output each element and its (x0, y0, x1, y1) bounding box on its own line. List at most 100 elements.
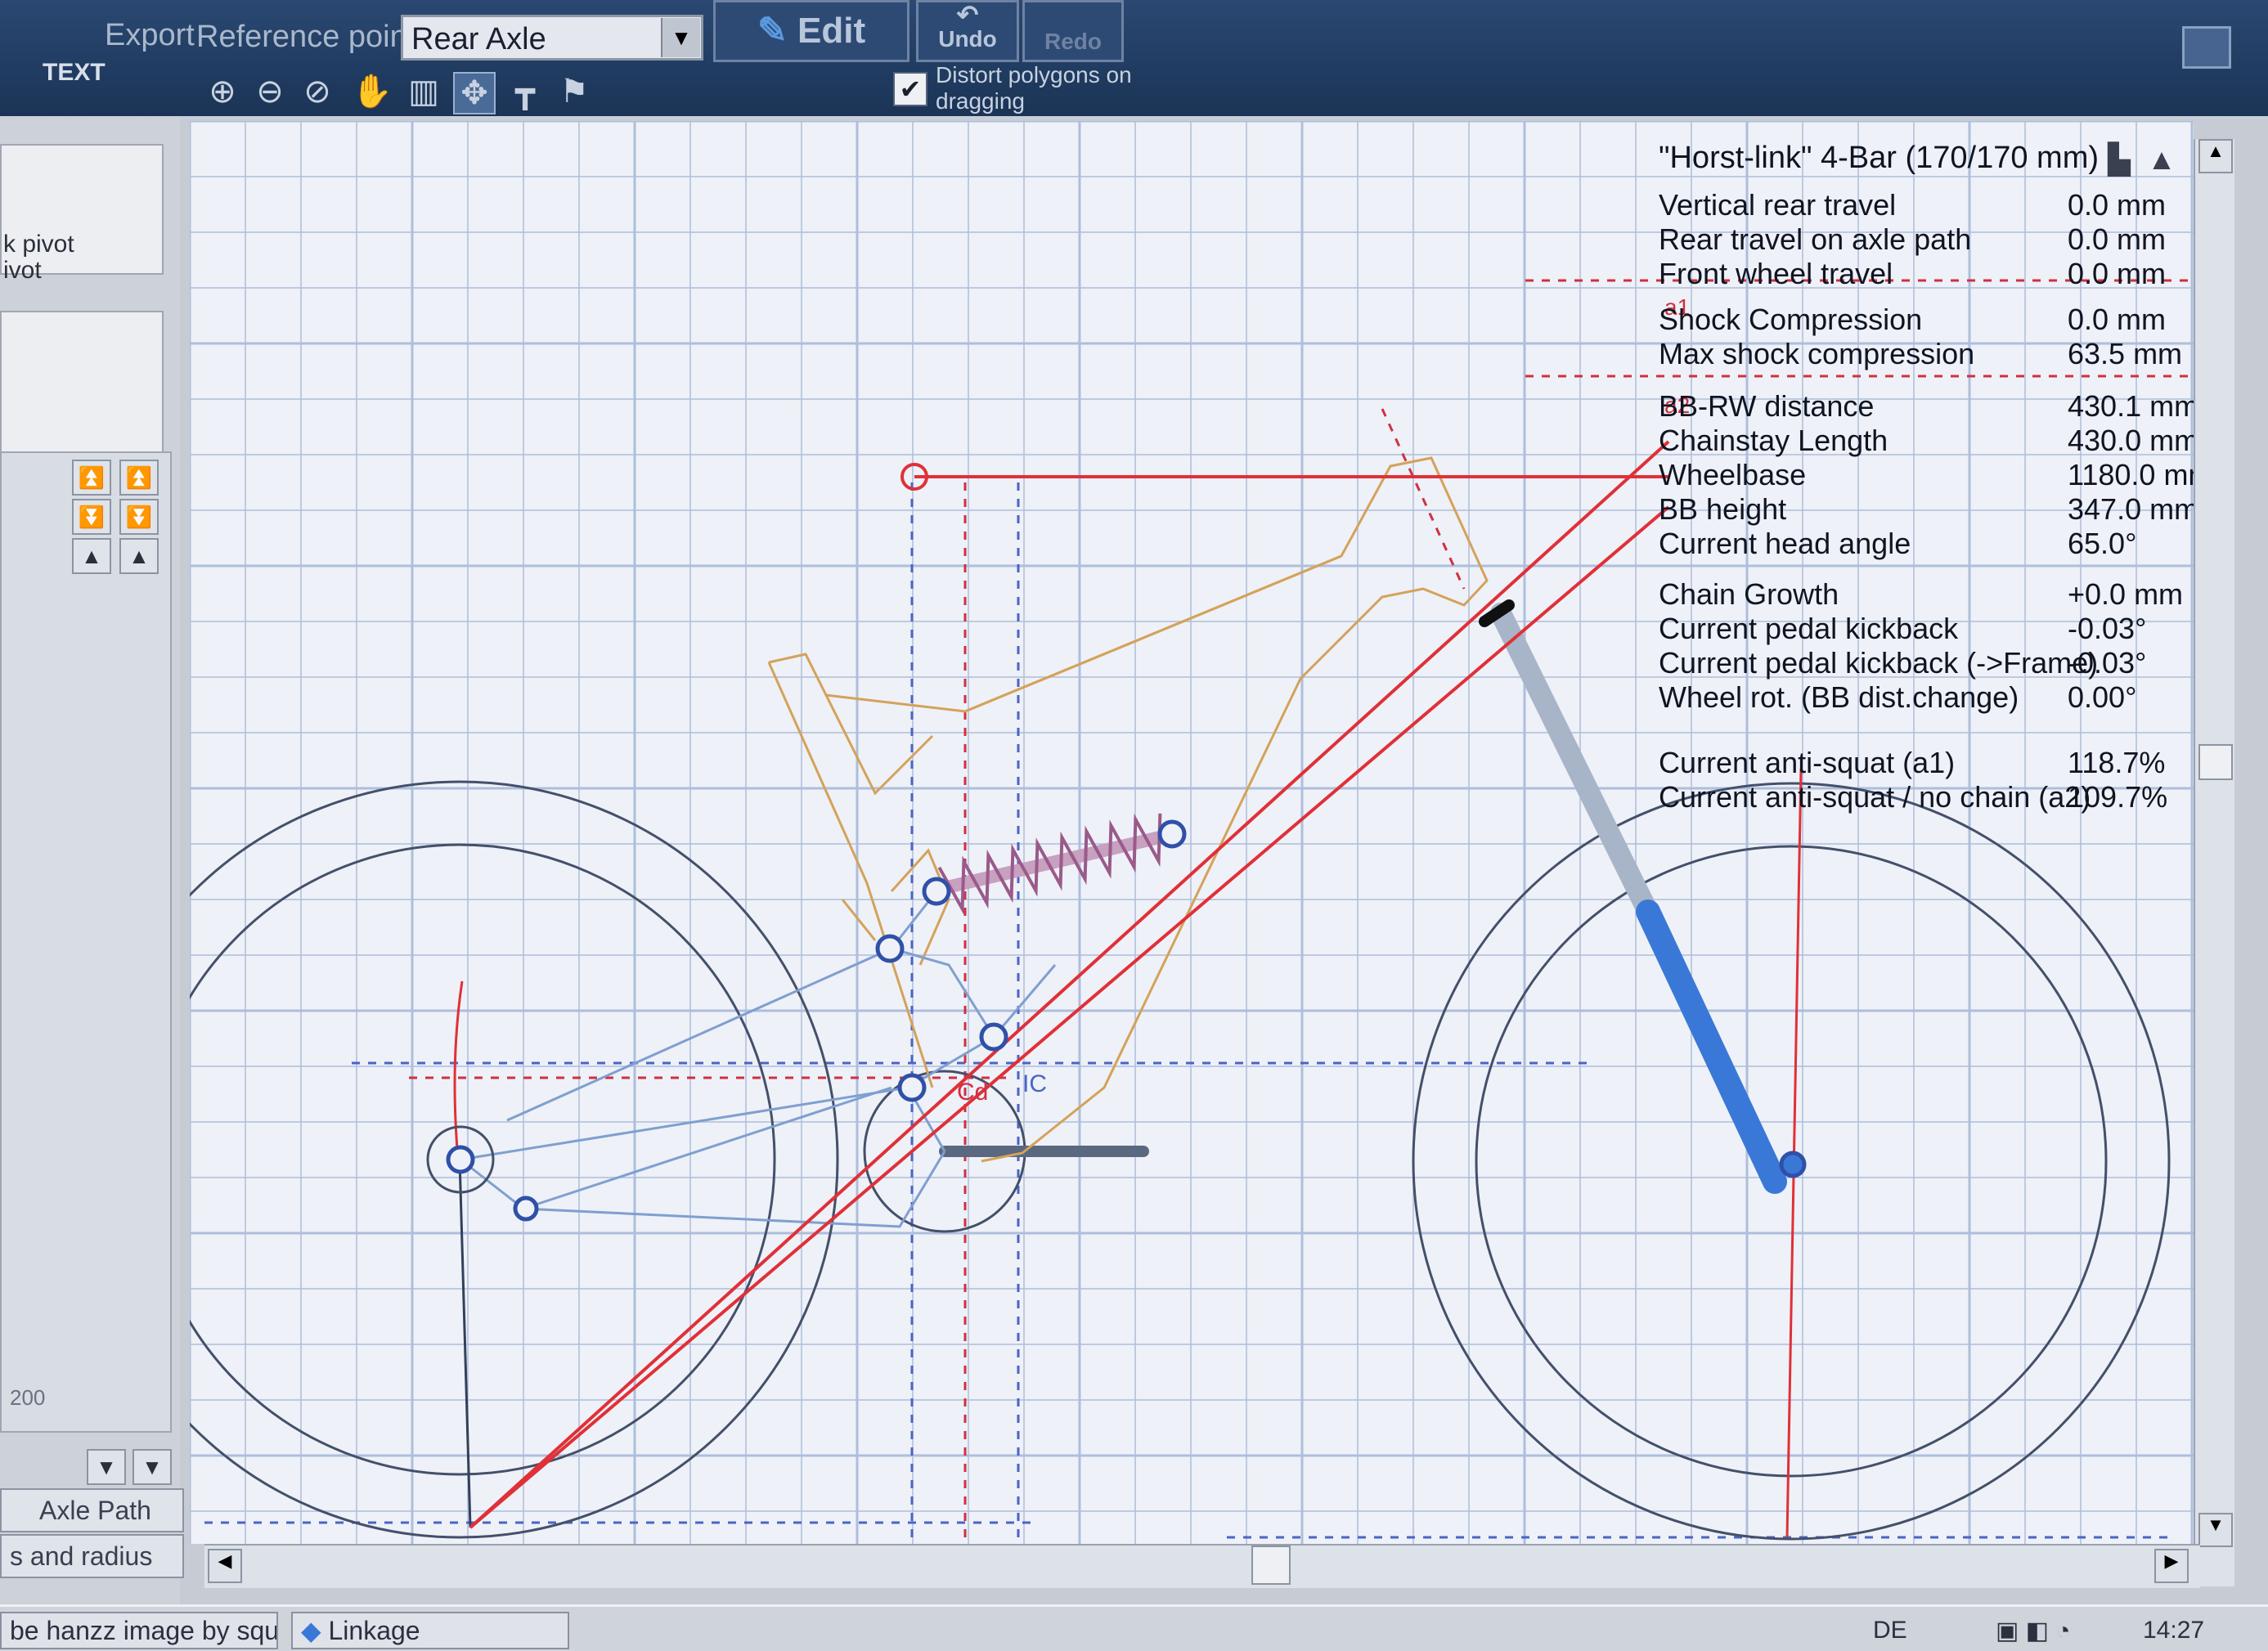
scroll-top-icon[interactable]: ⏫ (72, 460, 111, 496)
info-row-label: Current pedal kickback (->Frame) (1659, 646, 2099, 680)
arrow-left-icon[interactable]: ◀ (208, 1549, 242, 1583)
arrow-up-icon[interactable]: ▲ (2198, 139, 2233, 173)
info-row-value: 347.0 mm (2068, 492, 2199, 526)
collapse-icon[interactable]: ▲ (2143, 142, 2180, 180)
info-row-label: BB height (1659, 492, 1787, 526)
ruler-icon[interactable]: ┳ (505, 72, 545, 111)
arrow-up-icon[interactable]: ▲ (119, 538, 159, 574)
window-restore-button[interactable] (2182, 26, 2231, 69)
language-indicator[interactable]: DE (1873, 1617, 1907, 1644)
info-row-value: 109.7% (2068, 780, 2168, 814)
taskbar: be hanzz image by squ... ◆ Linkage DE ▣ … (0, 1604, 2268, 1651)
edit-icon: ✎ (757, 11, 788, 51)
seatstay-pivot[interactable] (875, 934, 905, 963)
pivot-item-1[interactable]: k pivot (3, 231, 74, 258)
arrow-right-icon[interactable]: ▶ (2154, 1549, 2189, 1583)
rear-axle-pivot[interactable] (446, 1145, 475, 1174)
undo-label: Undo (938, 26, 997, 52)
radius-label: s and radius (10, 1541, 153, 1571)
edit-button[interactable]: ✎ Edit (713, 0, 909, 62)
horizontal-scrollbar[interactable]: ◀ ▶ (204, 1544, 2200, 1588)
redo-label: Redo (1044, 29, 1102, 54)
arrow-up-icon[interactable]: ▲ (72, 538, 111, 574)
arrow-down-icon[interactable]: ▼ (87, 1449, 126, 1485)
reference-point-label: Reference point (196, 20, 416, 54)
info-row-value: 430.0 mm (2068, 424, 2199, 457)
flag-icon[interactable]: ⚑ (555, 72, 594, 111)
move-icon[interactable]: ✥ (453, 72, 496, 114)
scroll-thumb[interactable] (2198, 744, 2233, 780)
app-icon: ◆ (301, 1616, 329, 1645)
info-row-label: Vertical rear travel (1659, 188, 1897, 222)
tray-icons[interactable]: ▣ ◧ ◔ (1996, 1617, 2070, 1645)
zoom-fit-icon[interactable]: ⊘ (298, 72, 337, 111)
info-row-label: Shock Compression (1659, 303, 1923, 336)
axle-path-label: Axle Path (39, 1496, 151, 1525)
info-row-value: 1180.0 mm (2068, 458, 2213, 491)
axle-path-button[interactable]: Axle Path (0, 1488, 184, 1532)
toolbar: Export TEXT Reference point Rear Axle ▼ … (0, 0, 2268, 119)
export-label[interactable]: Export (105, 18, 195, 53)
info-panel: "Horst-link" 4-Bar (170/170 mm) ▙ ▲ Vert… (1652, 131, 2212, 814)
front-axle-pivot[interactable] (1779, 1151, 1807, 1178)
edit-label: Edit (797, 11, 866, 51)
info-row-label: BB-RW distance (1659, 389, 1875, 423)
ic-label: IC (1022, 1070, 1047, 1097)
text-toggle[interactable]: TEXT (43, 59, 106, 87)
info-row-label: Current head angle (1659, 527, 1911, 560)
info-row-value: 0.0 mm (2068, 222, 2167, 256)
scroll-thumb[interactable] (1251, 1546, 1291, 1585)
arrow-down-icon[interactable]: ▼ (132, 1449, 172, 1485)
info-row-label: Current anti-squat (a1) (1659, 746, 1956, 779)
shock-lower-pivot[interactable] (922, 877, 951, 906)
scroll-top-icon[interactable]: ⏫ (119, 460, 159, 496)
columns-icon[interactable]: ▥ (404, 72, 443, 111)
info-row-label: Rear travel on axle path (1659, 222, 1972, 256)
info-row-value: 0.00° (2068, 680, 2137, 714)
distort-polygons-label-1: Distort polygons on (936, 62, 1132, 87)
redo-button[interactable]: Redo (1022, 0, 1124, 62)
arrow-down-icon[interactable]: ▼ (2198, 1513, 2233, 1547)
info-row-value: 63.5 mm (2068, 337, 2183, 370)
info-row-value: 0.0 mm (2068, 257, 2167, 290)
rocker-pivot[interactable] (979, 1022, 1008, 1052)
info-row-value: 118.7% (2068, 746, 2166, 779)
pan-hand-icon[interactable]: ✋ (352, 72, 393, 111)
taskbar-item-linkage[interactable]: ◆ Linkage (291, 1612, 569, 1649)
pivot-list[interactable]: k pivot ivot (0, 144, 164, 284)
taskbar-item-image-label: be hanzz image by squ... (10, 1616, 278, 1645)
info-row-value: -0.03° (2068, 646, 2147, 680)
scroll-bottom-icon[interactable]: ⏬ (119, 499, 159, 535)
info-row-value: 0.0 mm (2068, 303, 2167, 336)
zoom-out-icon[interactable]: ⊖ (250, 72, 290, 111)
stack-icon[interactable]: ▙ (2100, 142, 2138, 180)
clock: 14:27 (2143, 1617, 2205, 1644)
info-row-value: +0.0 mm (2068, 577, 2184, 611)
horst-link-pivot[interactable] (513, 1196, 539, 1222)
info-row-value: 65.0° (2068, 527, 2137, 560)
info-row-label: Chainstay Length (1659, 424, 1889, 457)
info-row-label: Current anti-squat / no chain (a2) (1659, 780, 2091, 814)
reference-point-select[interactable]: Rear Axle (401, 15, 703, 61)
taskbar-item-image[interactable]: be hanzz image by squ... (0, 1612, 278, 1649)
vertical-scrollbar[interactable]: ▲ ▼ (2194, 139, 2234, 1586)
reference-point-value: Rear Axle (411, 22, 546, 56)
zoom-in-icon[interactable]: ⊕ (203, 72, 242, 111)
scroll-bottom-icon[interactable]: ⏬ (72, 499, 111, 535)
undo-button[interactable]: ↶ Undo (916, 0, 1019, 62)
pivot-item-2[interactable]: ivot (3, 257, 42, 285)
shock-upper-pivot[interactable] (1157, 819, 1187, 849)
chevron-down-icon[interactable]: ▼ (661, 18, 700, 57)
scale-value: 200 (10, 1385, 46, 1410)
distort-polygons-checkbox[interactable]: ✔ (893, 72, 927, 106)
left-panel: k pivot ivot 200 ⏫ ⏫ ⏬ ⏬ ▲ ▲ ▼ ▼ Axle Pa… (0, 116, 184, 1604)
travel-graph: 200 (0, 451, 172, 1433)
info-row-label: Wheel rot. (BB dist.change) (1659, 680, 2019, 714)
info-row-label: Max shock compression (1659, 337, 1975, 370)
info-row-value: -0.03° (2068, 612, 2147, 645)
main-pivot[interactable] (897, 1073, 927, 1102)
taskbar-item-linkage-label: Linkage (328, 1616, 420, 1645)
bb-marker-label: Cd (957, 1079, 988, 1106)
radius-button[interactable]: s and radius (0, 1534, 184, 1578)
undo-icon: ↶ (956, 0, 979, 29)
